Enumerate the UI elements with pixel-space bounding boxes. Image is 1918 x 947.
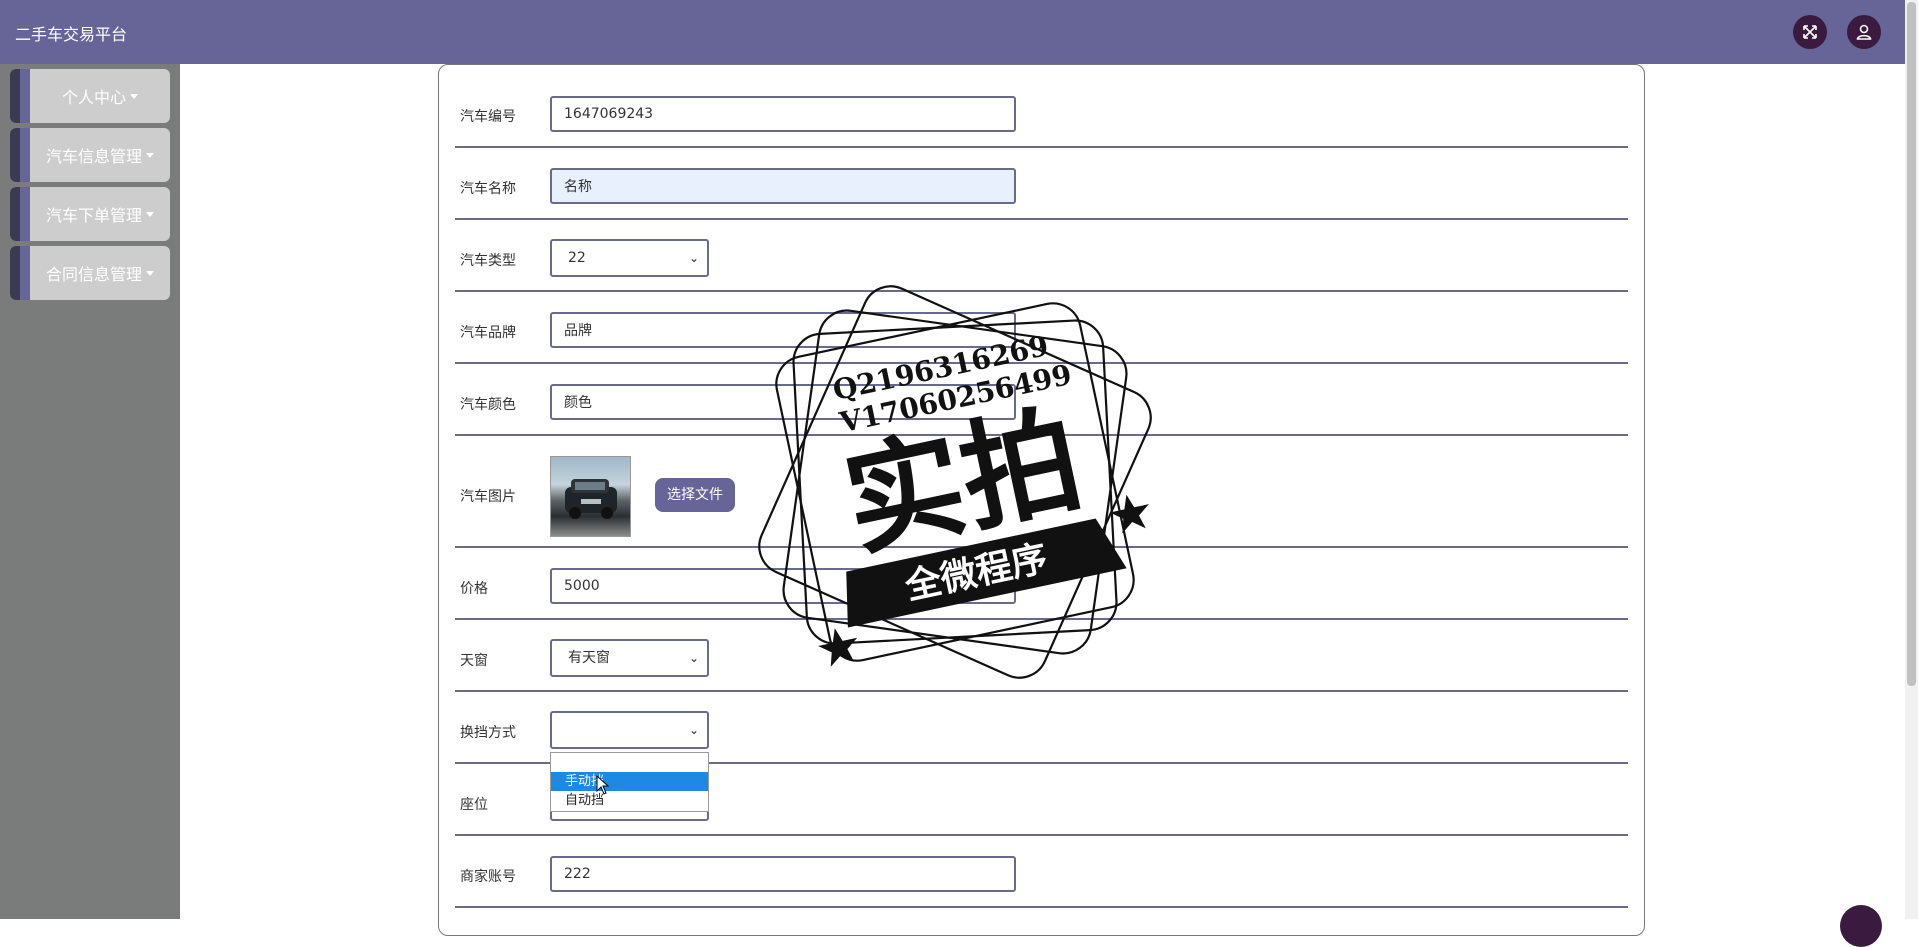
brand-label: 汽车品牌 xyxy=(460,325,516,341)
star-icon xyxy=(818,628,858,667)
top-header: 二手车交易平台 xyxy=(0,0,1918,64)
image-label: 汽车图片 xyxy=(460,489,516,505)
car-name-label: 汽车名称 xyxy=(460,181,516,197)
sidebar-item-label: 汽车下单管理 xyxy=(45,206,142,225)
car-type-select[interactable]: 22 ⌄ xyxy=(550,239,709,277)
stamp-watermark: Q2196316269 V17060256499 实拍 全微程序 xyxy=(758,285,1152,679)
seats-label: 座位 xyxy=(460,797,488,813)
mouse-cursor-icon xyxy=(596,775,610,795)
sidebar-accent-bar xyxy=(10,246,20,300)
user-icon xyxy=(1856,24,1872,40)
sidebar-item-car-info[interactable]: 汽车信息管理 xyxy=(10,128,170,182)
form-row-car-name: 汽车名称 xyxy=(455,146,1628,220)
sidebar-item-label: 个人中心 xyxy=(61,88,126,107)
caret-down-icon xyxy=(130,93,138,99)
sidebar-accent-bar xyxy=(20,187,30,241)
sidebar: 个人中心 汽车信息管理 汽车下单管理 合同信息管理 xyxy=(0,64,180,919)
sidebar-accent-bar xyxy=(20,128,30,182)
car-no-input[interactable] xyxy=(550,96,1016,132)
gearbox-select[interactable]: ⌄ xyxy=(550,711,709,749)
sunroof-select[interactable]: 有天窗 ⌄ xyxy=(550,639,709,677)
chevron-down-icon: ⌄ xyxy=(688,651,699,665)
car-type-value: 22 xyxy=(568,250,586,266)
page-scrollbar[interactable] xyxy=(1905,0,1918,919)
caret-down-icon xyxy=(146,152,154,158)
form-row-merchant: 商家账号 xyxy=(455,834,1628,908)
sidebar-item-contracts[interactable]: 合同信息管理 xyxy=(10,246,170,300)
color-label: 汽车颜色 xyxy=(460,397,516,413)
sidebar-accent-bar xyxy=(10,128,20,182)
sidebar-accent-bar xyxy=(20,69,30,123)
form-row-car-no: 汽车编号 xyxy=(455,82,1628,148)
sidebar-accent-bar xyxy=(10,187,20,241)
car-type-label: 汽车类型 xyxy=(460,253,516,269)
chevron-down-icon: ⌄ xyxy=(688,251,699,265)
caret-down-icon xyxy=(146,270,154,276)
chevron-down-icon: ⌄ xyxy=(688,723,699,737)
car-name-input[interactable] xyxy=(550,168,1016,204)
sunroof-value: 有天窗 xyxy=(568,650,610,666)
sidebar-item-personal-center[interactable]: 个人中心 xyxy=(10,69,170,123)
floating-action-button[interactable] xyxy=(1840,905,1882,947)
scrollbar-thumb[interactable] xyxy=(1907,2,1916,686)
gearbox-dropdown-list: 手动挡 自动挡 xyxy=(550,752,709,812)
sidebar-item-car-orders[interactable]: 汽车下单管理 xyxy=(10,187,170,241)
sidebar-item-label: 合同信息管理 xyxy=(45,265,142,284)
expand-arrows-icon xyxy=(1803,25,1817,39)
sidebar-accent-bar xyxy=(10,69,20,123)
price-label: 价格 xyxy=(460,581,488,597)
car-no-label: 汽车编号 xyxy=(460,109,516,125)
choose-file-button[interactable]: 选择文件 xyxy=(655,478,735,512)
caret-down-icon xyxy=(146,211,154,217)
star-icon xyxy=(1109,494,1149,534)
app-title: 二手车交易平台 xyxy=(15,25,128,44)
fullscreen-button[interactable] xyxy=(1793,15,1827,49)
sidebar-accent-bar xyxy=(20,246,30,300)
user-button[interactable] xyxy=(1847,15,1881,49)
merchant-label: 商家账号 xyxy=(460,869,516,885)
merchant-input[interactable] xyxy=(550,856,1016,892)
sidebar-item-label: 汽车信息管理 xyxy=(45,147,142,166)
dropdown-option-automatic[interactable]: 自动挡 xyxy=(551,791,708,810)
sunroof-label: 天窗 xyxy=(460,653,488,669)
dropdown-option-empty[interactable] xyxy=(551,753,708,772)
gearbox-label: 换挡方式 xyxy=(460,725,516,741)
car-photo-icon xyxy=(565,479,617,519)
car-image-thumbnail xyxy=(550,456,631,537)
dropdown-option-manual[interactable]: 手动挡 xyxy=(551,772,708,791)
